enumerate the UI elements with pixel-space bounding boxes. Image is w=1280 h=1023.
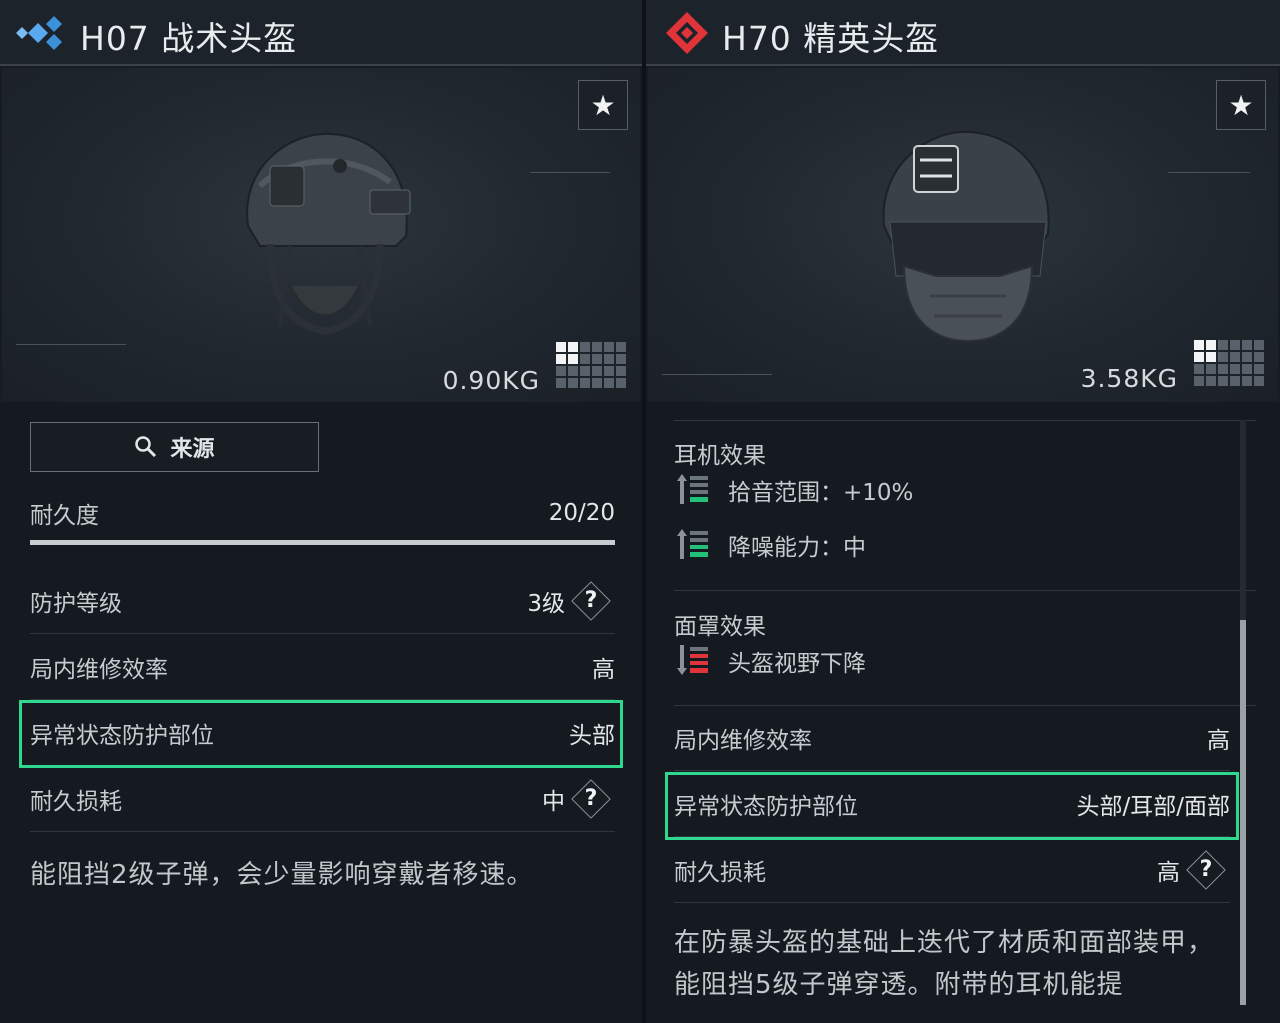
question-icon: ? bbox=[584, 587, 598, 613]
repair-efficiency-row: 局内维修效率 高 bbox=[30, 634, 615, 700]
star-icon: ★ bbox=[1228, 88, 1254, 122]
row-value: 高 bbox=[1157, 859, 1180, 886]
item-header: H70 精英头盔 bbox=[646, 0, 1280, 66]
item-description: 在防暴头盔的基础上迭代了材质和面部装甲，能阻挡5级子弹穿透。附带的耳机能提 bbox=[674, 928, 1215, 1000]
protection-level-row: 防护等级 3级 ? bbox=[30, 568, 615, 634]
durability-loss-row: 耐久损耗 高 ? bbox=[674, 837, 1230, 903]
decor-line bbox=[1168, 172, 1250, 173]
divider bbox=[674, 420, 1256, 421]
durability-label: 耐久度 bbox=[30, 503, 99, 529]
row-value: 高 bbox=[592, 656, 615, 683]
durability-value: 20/20 bbox=[548, 500, 615, 526]
row-label: 耐久损耗 bbox=[30, 788, 122, 815]
helmet-h70-image bbox=[882, 130, 1050, 343]
item-details: 耳机效果 拾音范围：+10% 降噪能力：中 面罩效果 头盔视野下降 局内维修效率… bbox=[646, 402, 1280, 1023]
repair-efficiency-row: 局内维修效率 高 bbox=[674, 705, 1230, 771]
effect-noise-reduction: 降噪能力：中 bbox=[676, 525, 866, 565]
highlight-box bbox=[19, 700, 623, 768]
headset-effect-label: 耳机效果 bbox=[674, 443, 766, 469]
favorite-button[interactable]: ★ bbox=[578, 80, 628, 130]
red-level-down-icon bbox=[677, 645, 708, 675]
green-level-up-icon bbox=[677, 474, 708, 504]
scrollbar[interactable] bbox=[1240, 420, 1246, 1005]
row-label: 局内维修效率 bbox=[30, 656, 168, 683]
blue-diamonds-icon bbox=[16, 16, 62, 50]
durability-row: 耐久度 20/20 bbox=[30, 488, 615, 538]
effect-vision-reduction: 头盔视野下降 bbox=[676, 641, 866, 681]
decor-line bbox=[16, 344, 126, 345]
inventory-size-grid-icon bbox=[1194, 340, 1264, 386]
red-diamond-icon bbox=[666, 12, 708, 54]
row-label: 防护等级 bbox=[30, 590, 122, 617]
item-weight: 0.90KG bbox=[442, 366, 540, 395]
item-card-h07: H07 战术头盔 ★ 0.90KG 来源 耐久度 20/20 防护等级 3级 ?… bbox=[0, 0, 642, 1023]
mask-effect-label: 面罩效果 bbox=[674, 614, 766, 640]
decor-line bbox=[530, 172, 610, 173]
inventory-size-grid-icon bbox=[556, 342, 626, 388]
source-button[interactable]: 来源 bbox=[30, 422, 319, 472]
question-icon: ? bbox=[584, 785, 598, 811]
item-details: 来源 耐久度 20/20 防护等级 3级 ? 局内维修效率 高 异常状态防护部位… bbox=[0, 402, 642, 1023]
help-button[interactable]: ? bbox=[571, 778, 611, 819]
durability-loss-row: 耐久损耗 中 ? bbox=[30, 766, 615, 832]
item-preview: ★ 3.58KG bbox=[648, 68, 1278, 402]
divider bbox=[674, 590, 1256, 591]
scrollbar-thumb[interactable] bbox=[1240, 620, 1246, 1005]
durability-bar bbox=[30, 540, 615, 545]
effect-text: 拾音范围：+10% bbox=[728, 480, 914, 506]
favorite-button[interactable]: ★ bbox=[1216, 80, 1266, 130]
green-level-up-icon bbox=[677, 529, 708, 559]
row-value: 中 bbox=[542, 788, 565, 815]
star-icon: ★ bbox=[590, 88, 616, 122]
row-value: 高 bbox=[1207, 727, 1230, 754]
effect-text: 降噪能力：中 bbox=[728, 535, 866, 561]
item-preview: ★ 0.90KG bbox=[2, 68, 640, 402]
question-icon: ? bbox=[1199, 856, 1213, 882]
effect-text: 头盔视野下降 bbox=[728, 651, 866, 677]
help-button[interactable]: ? bbox=[1186, 849, 1226, 890]
source-button-label: 来源 bbox=[170, 437, 215, 462]
row-value: 3级 bbox=[527, 590, 565, 617]
help-button[interactable]: ? bbox=[571, 580, 611, 621]
item-weight: 3.58KG bbox=[1080, 364, 1178, 393]
item-card-h70: H70 精英头盔 ★ 3.58KG 耳机效果 拾音范围：+10% 降噪能力：中 … bbox=[646, 0, 1280, 1023]
helmet-h07-image bbox=[246, 132, 411, 335]
highlight-box bbox=[665, 772, 1239, 840]
row-label: 局内维修效率 bbox=[674, 727, 812, 754]
search-icon bbox=[135, 436, 157, 458]
effect-pickup-range: 拾音范围：+10% bbox=[676, 470, 913, 510]
row-label: 耐久损耗 bbox=[674, 859, 766, 886]
item-title: H70 精英头盔 bbox=[722, 19, 940, 58]
item-header: H07 战术头盔 bbox=[0, 0, 642, 66]
decor-line bbox=[662, 374, 772, 375]
item-title: H07 战术头盔 bbox=[80, 19, 298, 58]
item-description: 能阻挡2级子弹，会少量影响穿戴者移速。 bbox=[30, 860, 534, 890]
